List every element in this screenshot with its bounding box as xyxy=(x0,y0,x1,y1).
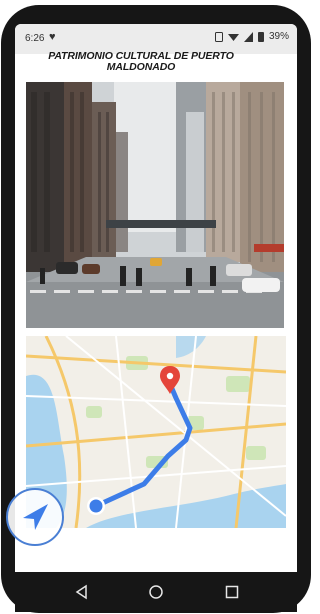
wifi-icon xyxy=(227,33,239,41)
battery-icon xyxy=(257,31,264,42)
back-triangle-icon[interactable] xyxy=(72,582,92,602)
screen-icon xyxy=(214,31,223,42)
navigation-arrow-icon xyxy=(23,504,48,530)
route-map[interactable] xyxy=(26,336,286,528)
city-street-photo[interactable] xyxy=(26,82,284,328)
heart-icon: ♥ xyxy=(49,31,56,43)
battery-level: 39% xyxy=(268,31,289,42)
status-icons: 39% xyxy=(214,31,289,42)
android-nav-bar xyxy=(15,572,297,612)
status-time: 6:26 xyxy=(25,33,45,44)
recents-square-icon[interactable] xyxy=(222,582,242,602)
signal-icon xyxy=(243,31,253,42)
navigation-button[interactable] xyxy=(6,488,64,546)
page-title: PATRIMONIO CULTURAL DE PUERTO MALDONADO xyxy=(48,50,234,73)
home-circle-icon[interactable] xyxy=(146,582,166,602)
